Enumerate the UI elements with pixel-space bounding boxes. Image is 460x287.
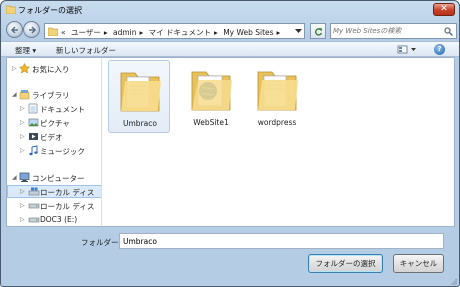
star-icon xyxy=(19,63,30,74)
breadcrumb-item[interactable]: ユーザー xyxy=(71,28,101,37)
folder-item-umbraco[interactable]: Umbraco xyxy=(108,60,170,133)
folder-item-website1[interactable]: WebSite1 xyxy=(180,60,242,133)
nav-label: ライブラリ xyxy=(32,91,70,100)
music-note-icon xyxy=(29,145,38,156)
nav-label: ローカル ディス xyxy=(40,202,95,211)
nav-label: ビデオ xyxy=(40,133,63,142)
expand-arrow-icon[interactable]: ▷ xyxy=(12,65,17,72)
nav-item-libraries[interactable]: ◢ ライブラリ xyxy=(7,88,101,101)
nav-item-music[interactable]: ▷ ミュージック xyxy=(7,144,101,157)
nav-item-local-disk-1[interactable]: ▷ ローカル ディス xyxy=(7,185,101,198)
breadcrumb: « ユーザー ▸ admin ▸ マイ ドキュメント ▸ My Web Sites ▸ xyxy=(61,27,283,38)
breadcrumb-separator-icon[interactable]: ▸ xyxy=(140,28,144,37)
pictures-icon xyxy=(28,118,39,127)
title-bar[interactable]: フォルダーの選択 ✕ xyxy=(1,1,459,19)
nav-item-pictures[interactable]: ▷ ピクチャ xyxy=(7,116,101,129)
videos-icon xyxy=(29,133,38,140)
window-title: フォルダーの選択 xyxy=(18,6,82,15)
forward-arrow-icon xyxy=(29,26,37,34)
resize-grip-icon[interactable] xyxy=(449,277,457,285)
select-folder-button[interactable]: フォルダーの選択 xyxy=(308,254,383,273)
search-input[interactable] xyxy=(333,25,441,37)
drive-icon xyxy=(28,187,40,196)
cancel-button[interactable]: キャンセル xyxy=(393,254,444,273)
computer-icon xyxy=(19,172,30,182)
refresh-button[interactable] xyxy=(310,23,326,39)
expand-arrow-icon[interactable]: ▷ xyxy=(20,119,25,126)
nav-label: ローカル ディス xyxy=(40,188,95,197)
folder-name: wordpress xyxy=(257,118,297,127)
file-list-pane[interactable]: Umbraco WebSite1 wordpress xyxy=(103,58,454,226)
nav-item-doc3[interactable]: ▷ DOC3 (E:) xyxy=(7,213,101,226)
view-options-icon[interactable] xyxy=(396,44,420,55)
folder-icon xyxy=(257,71,298,111)
nav-item-computer[interactable]: ◢ コンピューター xyxy=(7,171,101,184)
search-box[interactable] xyxy=(330,23,457,39)
folder-icon xyxy=(6,5,16,14)
expand-arrow-icon[interactable]: ▷ xyxy=(20,133,25,140)
nav-item-local-disk-2[interactable]: ▷ ローカル ディス xyxy=(7,199,101,212)
breadcrumb-separator-icon[interactable]: ▸ xyxy=(214,28,218,37)
search-icon[interactable] xyxy=(444,27,453,36)
folder-name: Umbraco xyxy=(123,119,157,128)
expand-arrow-icon[interactable]: ▷ xyxy=(20,188,25,195)
drive-icon xyxy=(28,203,40,209)
organize-button[interactable]: 整理 ▾ xyxy=(15,45,36,56)
folder-icon xyxy=(191,71,232,111)
breadcrumb-separator-icon[interactable]: ▸ xyxy=(277,28,281,37)
breadcrumb-item[interactable]: My Web Sites xyxy=(223,28,273,37)
drive-icon xyxy=(28,217,40,223)
expand-arrow-icon[interactable]: ▷ xyxy=(20,147,25,154)
back-button[interactable] xyxy=(6,21,23,38)
new-folder-button[interactable]: 新しいフォルダー xyxy=(56,45,116,56)
refresh-icon xyxy=(315,28,323,36)
nav-item-videos[interactable]: ▷ ビデオ xyxy=(7,130,101,143)
help-icon[interactable]: ? xyxy=(434,44,445,55)
nav-label: ピクチャ xyxy=(40,119,70,128)
expand-arrow-icon[interactable]: ▷ xyxy=(20,202,25,209)
library-icon xyxy=(19,90,30,100)
documents-icon xyxy=(28,103,38,114)
folder-name: WebSite1 xyxy=(193,118,229,127)
nav-item-documents[interactable]: ▷ ドキュメント xyxy=(7,102,101,115)
close-button[interactable]: ✕ xyxy=(433,3,455,16)
address-bar[interactable]: « ユーザー ▸ admin ▸ マイ ドキュメント ▸ My Web Sites ▸ xyxy=(44,23,305,39)
browser-area: ▷ お気に入り ◢ ライブラリ ▷ ドキュメント ▷ ピクチャ ▷ ビデオ ▷ … xyxy=(6,57,455,227)
folder-field-label: フォルダー: xyxy=(81,238,122,247)
folder-item-wordpress[interactable]: wordpress xyxy=(246,60,308,133)
navigation-pane[interactable]: ▷ お気に入り ◢ ライブラリ ▷ ドキュメント ▷ ピクチャ ▷ ビデオ ▷ … xyxy=(7,58,102,226)
folder-icon xyxy=(48,27,58,36)
close-icon: ✕ xyxy=(440,4,448,14)
breadcrumb-separator-icon[interactable]: ▸ xyxy=(104,28,108,37)
nav-item-favorites[interactable]: ▷ お気に入り xyxy=(7,62,101,75)
folder-picker-dialog: フォルダーの選択 ✕ « ユーザー ▸ admin ▸ マイ ドキュメント ▸ My … xyxy=(0,0,460,287)
breadcrumb-item[interactable]: admin xyxy=(113,28,137,37)
forward-button[interactable] xyxy=(23,21,40,38)
breadcrumb-overflow[interactable]: « xyxy=(61,28,66,37)
nav-label: DOC3 (E:) xyxy=(40,215,78,224)
chevron-down-icon[interactable] xyxy=(295,28,302,34)
nav-label: ドキュメント xyxy=(40,105,85,114)
nav-label: ミュージック xyxy=(40,147,85,156)
dialog-footer: フォルダー: フォルダーの選択 キャンセル xyxy=(1,227,459,287)
folder-icon xyxy=(120,72,161,112)
command-bar: 整理 ▾ 新しいフォルダー ? xyxy=(1,41,459,57)
nav-label: お気に入り xyxy=(32,65,70,74)
breadcrumb-item[interactable]: マイ ドキュメント xyxy=(149,28,211,37)
navigation-bar: « ユーザー ▸ admin ▸ マイ ドキュメント ▸ My Web Sites ▸ xyxy=(1,19,459,41)
expand-arrow-icon[interactable]: ▷ xyxy=(20,216,25,223)
collapse-arrow-icon[interactable]: ◢ xyxy=(12,174,17,181)
folder-name-field[interactable] xyxy=(119,233,444,249)
back-arrow-icon xyxy=(10,26,18,34)
expand-arrow-icon[interactable]: ▷ xyxy=(20,105,25,112)
nav-label: コンピューター xyxy=(32,174,85,183)
collapse-arrow-icon[interactable]: ◢ xyxy=(12,91,17,98)
